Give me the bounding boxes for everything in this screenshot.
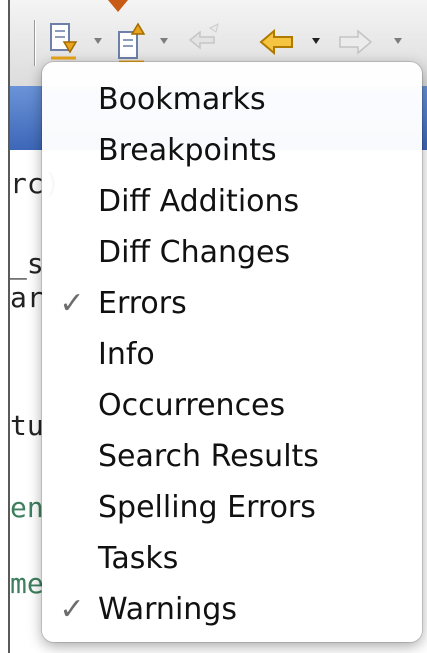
menu-item-diff-changes[interactable]: ✓ Diff Changes: [42, 229, 422, 280]
menu-item-errors[interactable]: ✓ Errors: [42, 280, 422, 331]
check-icon: ✓: [59, 592, 85, 627]
forward-icon[interactable]: [336, 18, 373, 66]
annotation-type-menu: ✓ Bookmarks ✓ Breakpoints ✓ Diff Additio…: [42, 62, 422, 642]
menu-item-label: Bookmarks: [98, 82, 266, 117]
menu-item-label: Tasks: [98, 541, 179, 576]
menu-item-label: Diff Changes: [98, 235, 291, 270]
menu-item-occurrences[interactable]: ✓ Occurrences: [42, 382, 422, 433]
back-dropdown-arrow[interactable]: [312, 38, 320, 44]
menu-item-search-results[interactable]: ✓ Search Results: [42, 433, 422, 484]
window-accent-marker: [108, 0, 128, 12]
next-annotation-icon[interactable]: [48, 18, 80, 66]
menu-item-tasks[interactable]: ✓ Tasks: [42, 535, 422, 586]
check-icon: ✓: [59, 286, 85, 321]
menu-item-label: Diff Additions: [98, 184, 300, 219]
code-fragment: ar: [10, 281, 44, 314]
code-fragment: _s: [10, 247, 44, 280]
toolbar-separator: [34, 20, 35, 66]
menu-item-warnings[interactable]: ✓ Warnings: [42, 586, 422, 637]
code-fragment: tu: [10, 409, 44, 442]
menu-item-label: Occurrences: [98, 388, 286, 423]
menu-item-label: Warnings: [98, 592, 237, 627]
menu-item-label: Spelling Errors: [98, 490, 316, 525]
menu-item-spelling-errors[interactable]: ✓ Spelling Errors: [42, 484, 422, 535]
menu-item-breakpoints[interactable]: ✓ Breakpoints: [42, 127, 422, 178]
menu-item-label: Search Results: [98, 439, 319, 474]
menu-item-label: Errors: [98, 286, 187, 321]
previous-annotation-dropdown-arrow[interactable]: [160, 38, 168, 44]
menu-item-info[interactable]: ✓ Info: [42, 331, 422, 382]
back-icon[interactable]: [258, 18, 293, 66]
menu-item-label: Breakpoints: [98, 133, 277, 168]
menu-item-label: Info: [98, 337, 155, 372]
code-fragment: me: [10, 567, 44, 600]
code-fragment: en: [10, 491, 44, 524]
menu-item-diff-additions[interactable]: ✓ Diff Additions: [42, 178, 422, 229]
last-edit-location-icon[interactable]: [186, 18, 219, 66]
menu-item-bookmarks[interactable]: ✓ Bookmarks: [42, 76, 422, 127]
previous-annotation-icon[interactable]: [116, 18, 148, 66]
next-annotation-dropdown-arrow[interactable]: [94, 38, 102, 44]
forward-dropdown-arrow[interactable]: [394, 38, 402, 44]
